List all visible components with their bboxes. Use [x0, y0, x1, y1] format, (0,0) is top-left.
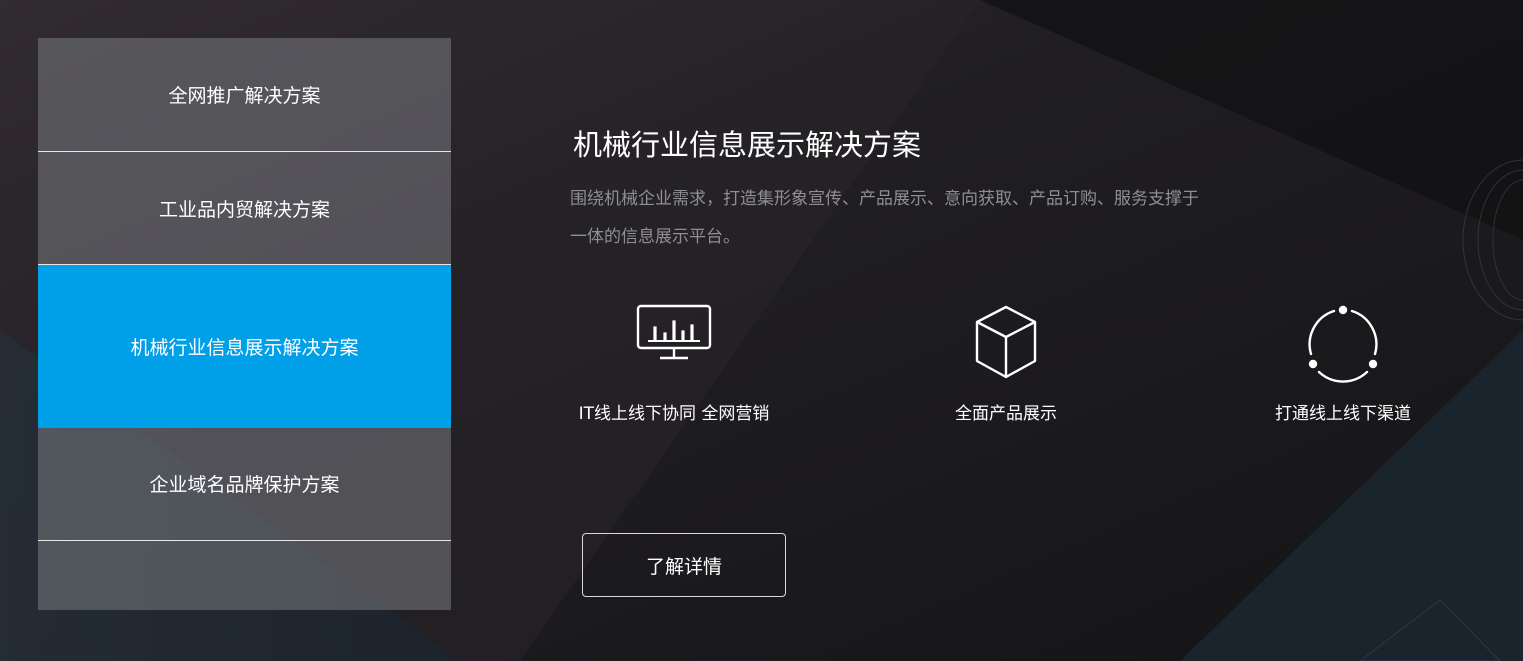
feature-online-offline-channels: 打通线上线下渠道 — [1193, 300, 1493, 430]
feature-label: 打通线上线下渠道 — [1275, 404, 1411, 424]
sidebar-item-network-promotion[interactable]: 全网推广解决方案 — [38, 38, 451, 151]
sidebar-item-label: 机械行业信息展示解决方案 — [130, 337, 359, 359]
feature-label: 全面产品展示 — [955, 404, 1057, 424]
feature-product-display: 全面产品展示 — [856, 300, 1156, 430]
sidebar-item-industrial-trade[interactable]: 工业品内贸解决方案 — [38, 152, 451, 264]
sidebar-item-machinery-info[interactable]: 机械行业信息展示解决方案 — [38, 265, 451, 428]
solution-title: 机械行业信息展示解决方案 — [573, 128, 922, 162]
sidebar-item-label: 企业域名品牌保护方案 — [149, 474, 340, 496]
cycle-icon — [1308, 305, 1378, 383]
feature-label: IT线上线下协同 全网营销 — [578, 404, 770, 424]
sidebar-item-label: 全网推广解决方案 — [168, 85, 321, 107]
cube-icon — [975, 305, 1037, 379]
sidebar-item-label: 工业品内贸解决方案 — [158, 198, 330, 221]
solution-description: 围绕机械企业需求，打造集形象宣传、产品展示、意向获取、产品订购、服务支撑于一体的… — [570, 189, 1199, 247]
sidebar-item-domain-protection[interactable]: 企业域名品牌保护方案 — [38, 428, 451, 539]
learn-more-button[interactable]: 了解详情 — [582, 533, 786, 597]
monitor-chart-icon — [636, 304, 712, 360]
solution-sidebar: 全网推广解决方案 工业品内贸解决方案 机械行业信息展示解决方案 企业域名品牌保护… — [38, 38, 451, 610]
sidebar-divider — [38, 540, 451, 541]
feature-integrated-marketing: IT线上线下协同 全网营销 — [524, 300, 824, 430]
